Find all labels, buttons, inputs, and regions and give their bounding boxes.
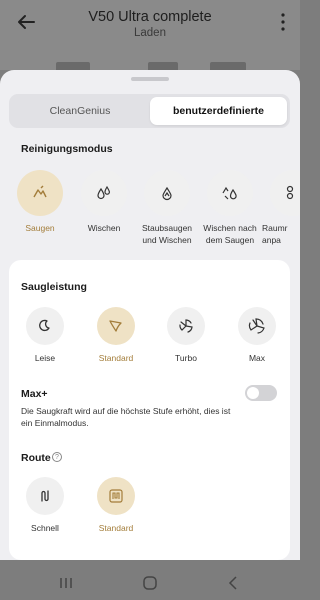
tab-cleangenius[interactable]: CleanGenius [12, 97, 148, 125]
mode-room-label: Raumr anpa [262, 223, 288, 245]
mode-segmented-control: CleanGenius benutzerdefinierte [9, 94, 290, 128]
room-icon [286, 185, 294, 200]
water-drops-icon [97, 185, 111, 200]
back-nav-icon[interactable] [224, 573, 244, 593]
app-bar: V50 Ultra complete Laden [0, 0, 300, 72]
clean-settings-sheet: CleanGenius benutzerdefinierte Reinigung… [0, 70, 300, 560]
mode-vacuum-mop-button[interactable] [144, 170, 190, 216]
device-title: V50 Ultra complete [88, 9, 212, 25]
recent-apps-icon[interactable] [56, 573, 76, 593]
mode-vacuum-label: Saugen [25, 223, 55, 233]
suction-quiet-button[interactable] [26, 307, 64, 345]
max-fan-icon [248, 318, 265, 334]
suction-max-button[interactable] [238, 307, 276, 345]
quick-route-icon [41, 490, 49, 502]
standard-fan-icon [109, 320, 122, 332]
more-options-icon[interactable] [280, 12, 286, 32]
tab-custom[interactable]: benutzerdefinierte [150, 97, 287, 125]
turbo-fan-icon [179, 319, 193, 333]
mode-mop-after-vacuum-label: Wischen nach dem Saugen [203, 223, 257, 245]
mode-mop-button[interactable] [81, 170, 127, 216]
vacuum-and-mop-icon [162, 186, 172, 201]
help-icon[interactable]: ? [52, 452, 62, 462]
suction-turbo-button[interactable] [167, 307, 205, 345]
sheet-drag-handle[interactable] [131, 77, 169, 81]
max-plus-toggle[interactable] [245, 385, 277, 401]
mode-vacuum-mop-label: Staubsaugen und Wischen [141, 223, 193, 245]
device-status: Laden [134, 27, 166, 39]
standard-route-icon [109, 489, 123, 503]
mode-mop-label: Wischen [87, 223, 121, 233]
route-standard-label: Standard [98, 523, 134, 533]
suction-quiet-label: Leise [34, 353, 56, 363]
mop-after-vacuum-icon [222, 186, 237, 200]
max-plus-title: Max+ [21, 388, 48, 400]
mode-mop-after-vacuum-button[interactable] [207, 170, 253, 216]
mode-room-button[interactable] [270, 170, 300, 216]
quiet-fan-icon [39, 319, 50, 332]
settings-card: Saugleistung Leise Standard Turbo Max Ma… [9, 260, 290, 560]
suction-standard-label: Standard [98, 353, 134, 363]
max-plus-description: Die Saugkraft wird auf die höchste Stufe… [21, 406, 231, 428]
home-icon[interactable] [140, 573, 160, 593]
suction-turbo-label: Turbo [175, 353, 197, 363]
toggle-knob [247, 387, 259, 399]
cleaning-mode-title: Reinigungsmodus [21, 143, 113, 155]
suction-standard-button[interactable] [97, 307, 135, 345]
mode-vacuum-button[interactable] [17, 170, 63, 216]
suction-max-label: Max [248, 353, 266, 363]
route-quick-button[interactable] [26, 477, 64, 515]
route-quick-label: Schnell [31, 523, 59, 533]
suction-title: Saugleistung [21, 281, 87, 293]
route-title: Route [21, 452, 51, 464]
system-nav-bar [0, 565, 300, 600]
vacuum-icon [33, 185, 47, 198]
route-standard-button[interactable] [97, 477, 135, 515]
